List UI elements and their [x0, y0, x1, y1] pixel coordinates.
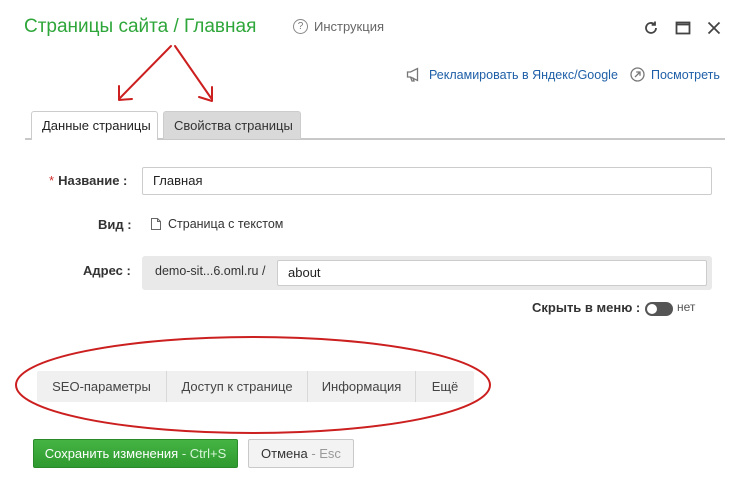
- save-button[interactable]: Сохранить изменения - Ctrl+S: [33, 439, 238, 468]
- document-icon: [151, 218, 161, 230]
- advertise-link[interactable]: Рекламировать в Яндекс/Google: [406, 67, 618, 82]
- tab-page-properties[interactable]: Свойства страницы: [163, 111, 301, 139]
- type-label: Вид :: [98, 217, 132, 232]
- hide-in-menu-toggle[interactable]: [645, 302, 673, 316]
- advertise-label: Рекламировать в Яндекс/Google: [429, 67, 618, 82]
- type-value-row: Страница с текстом: [151, 217, 283, 231]
- annotation-arrowhead-right: [198, 86, 213, 102]
- subtab-access[interactable]: Доступ к странице: [167, 371, 308, 402]
- cancel-hint: - Esc: [307, 446, 341, 461]
- address-field[interactable]: about: [277, 260, 707, 286]
- refresh-icon: [645, 21, 657, 34]
- name-label: Название :: [58, 173, 128, 188]
- required-mark: *: [49, 173, 55, 188]
- help-label: Инструкция: [314, 19, 384, 34]
- arrow-up-right-circle-icon: [630, 67, 645, 82]
- address-label: Адрес :: [83, 263, 131, 278]
- question-circle-icon: ?: [293, 19, 308, 34]
- close-button[interactable]: [704, 18, 724, 38]
- name-field[interactable]: Главная: [142, 167, 712, 195]
- hide-in-menu-label: Скрыть в меню :: [532, 300, 641, 315]
- view-label: Посмотреть: [651, 67, 720, 82]
- save-hint: - Ctrl+S: [178, 446, 227, 461]
- maximize-button[interactable]: [673, 18, 693, 38]
- address-prefix: demo-sit...6.oml.ru /: [155, 264, 266, 278]
- maximize-icon: [675, 21, 691, 35]
- subtab-more[interactable]: Ещё: [416, 371, 474, 402]
- hide-in-menu-state: нет: [677, 300, 696, 314]
- subtab-info[interactable]: Информация: [308, 371, 416, 402]
- tab-page-data[interactable]: Данные страницы: [31, 111, 158, 140]
- annotation-arrow-right: [174, 45, 212, 99]
- save-label: Сохранить изменения: [44, 446, 179, 461]
- sub-tabs-bar: SEO-параметры Доступ к странице Информац…: [37, 371, 474, 402]
- close-icon: [707, 21, 721, 35]
- refresh-button[interactable]: [641, 18, 661, 38]
- cancel-label: Отмена: [261, 446, 308, 461]
- name-label-row: * Название :: [49, 173, 127, 188]
- annotation-arrow-left: [119, 45, 172, 99]
- page-title: Страницы сайта / Главная: [24, 16, 257, 37]
- type-value: Страница с текстом: [168, 217, 284, 231]
- annotation-arrowhead-left: [118, 85, 133, 101]
- view-link[interactable]: Посмотреть: [630, 67, 720, 82]
- help-link[interactable]: ? Инструкция: [293, 19, 384, 34]
- subtab-seo[interactable]: SEO-параметры: [37, 371, 167, 402]
- megaphone-icon: [406, 67, 419, 82]
- cancel-button[interactable]: Отмена - Esc: [248, 439, 354, 468]
